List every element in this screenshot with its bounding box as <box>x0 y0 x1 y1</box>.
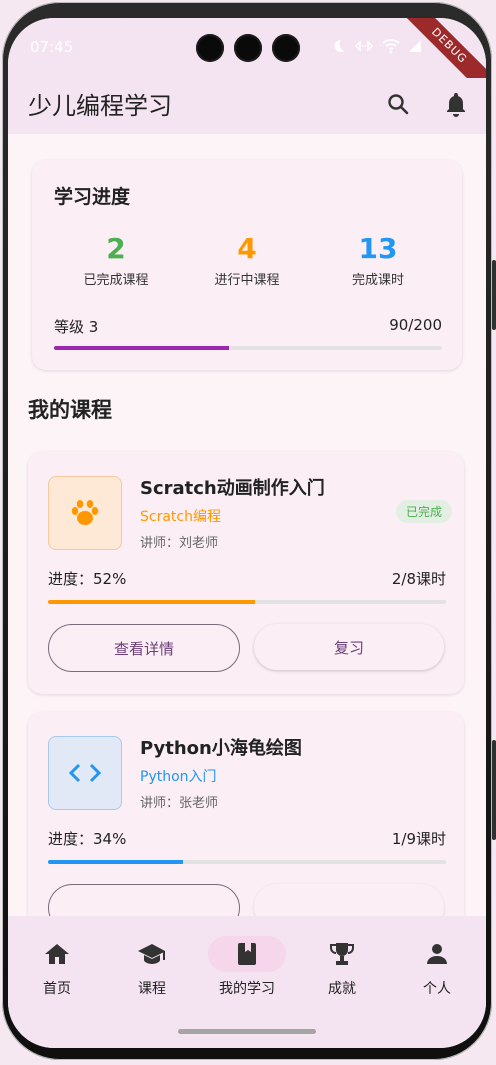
search-icon <box>388 94 409 115</box>
camera-dot-icon <box>196 34 224 62</box>
status-icons <box>330 38 422 54</box>
course-lessons: 1/9课时 <box>391 830 446 848</box>
person-icon <box>427 944 447 964</box>
bottom-nav: 首页 课程 我的学习 成就 个人 <box>8 916 486 1048</box>
course-title: Scratch动画制作入门 <box>140 478 325 499</box>
nav-item-my-learning[interactable]: 我的学习 <box>202 936 292 998</box>
level-label: 等级 3 <box>54 318 99 336</box>
level-points: 90/200 <box>389 316 442 334</box>
nav-label: 首页 <box>43 981 71 997</box>
course-lessons: 2/8课时 <box>391 570 446 588</box>
course-progress-bar <box>48 860 446 864</box>
stat-value: 13 <box>358 232 398 265</box>
book-icon <box>238 943 256 965</box>
stat-ongoing-courses: 4 进行中课程 <box>177 232 317 288</box>
signal-icon <box>409 40 421 52</box>
progress-card: 学习进度 2 已完成课程 4 进行中课程 13 完成课时 等级 3 90/200 <box>32 160 462 370</box>
course-thumbnail <box>48 736 122 810</box>
notifications-button[interactable] <box>442 90 470 118</box>
course-progress-fill <box>48 600 255 604</box>
level-progress-fill <box>54 346 229 350</box>
course-progress-fill <box>48 860 184 864</box>
stat-completed-courses: 2 已完成课程 <box>46 232 186 288</box>
status-badge: 已完成 <box>395 500 452 523</box>
bell-icon <box>447 93 465 117</box>
nav-icon-wrap <box>398 936 476 972</box>
course-teacher: 讲师：刘老师 <box>140 536 219 551</box>
course-progress-row: 进度：34% 1/9课时 <box>48 828 446 849</box>
course-progress-label: 进度：52% <box>48 570 127 588</box>
nav-item-home[interactable]: 首页 <box>12 936 102 998</box>
nav-label: 我的学习 <box>219 981 275 997</box>
search-button[interactable] <box>384 90 412 118</box>
nav-icon-wrap <box>113 936 191 972</box>
nav-label: 个人 <box>423 981 451 997</box>
stat-value: 4 <box>237 232 257 265</box>
course-category: Scratch编程 <box>140 509 221 525</box>
stat-label: 已完成课程 <box>83 273 149 288</box>
home-indicator[interactable] <box>178 1029 316 1034</box>
screen: 07:45 DEBUG 少儿编程学习 学习进度 2 已完成课程 4 进行中课程 … <box>8 18 486 1048</box>
course-progress-bar <box>48 600 446 604</box>
paw-icon <box>71 500 99 525</box>
course-teacher: 讲师：张老师 <box>140 796 219 811</box>
app-title: 少儿编程学习 <box>28 92 172 120</box>
home-icon <box>45 944 69 964</box>
course-card[interactable]: Scratch动画制作入门 Scratch编程 讲师：刘老师 已完成 进度：52… <box>28 452 464 694</box>
stat-completed-lessons: 13 完成课时 <box>308 232 448 288</box>
level-progress-bar <box>54 346 442 350</box>
camera-dot-icon <box>272 34 300 62</box>
code-icon <box>68 763 102 783</box>
school-icon <box>138 944 165 964</box>
review-button[interactable]: 复习 <box>254 624 444 670</box>
volume-button <box>492 260 496 330</box>
device-frame: 07:45 DEBUG 少儿编程学习 学习进度 2 已完成课程 4 进行中课程 … <box>0 0 496 1065</box>
nav-item-profile[interactable]: 个人 <box>392 936 482 998</box>
data-transfer-icon <box>354 40 374 52</box>
main-content[interactable]: 学习进度 2 已完成课程 4 进行中课程 13 完成课时 等级 3 90/200 <box>8 134 486 916</box>
view-details-button[interactable]: 查看详情 <box>48 624 240 672</box>
nav-icon-wrap <box>303 936 381 972</box>
nav-icon-wrap <box>18 936 96 972</box>
stat-label: 进行中课程 <box>214 273 280 288</box>
moon-icon <box>334 39 344 52</box>
nav-icon-wrap <box>208 936 286 972</box>
nav-label: 成就 <box>328 981 356 997</box>
power-button <box>492 740 496 840</box>
view-details-button[interactable] <box>48 884 240 916</box>
trophy-icon <box>330 943 354 965</box>
progress-title: 学习进度 <box>54 186 131 208</box>
course-title: Python小海龟绘图 <box>140 738 302 759</box>
status-bar: 07:45 DEBUG <box>8 18 486 92</box>
course-progress-row: 进度：52% 2/8课时 <box>48 568 446 589</box>
course-card[interactable]: Python小海龟绘图 Python入门 讲师：张老师 进度：34% 1/9课时 <box>28 712 464 916</box>
stat-value: 2 <box>106 232 126 265</box>
course-category: Python入门 <box>140 769 217 785</box>
nav-label: 课程 <box>138 981 166 997</box>
status-time: 07:45 <box>30 38 74 56</box>
camera-dot-icon <box>234 34 262 62</box>
level-row: 等级 3 90/200 <box>54 316 442 337</box>
course-thumbnail <box>48 476 122 550</box>
app-bar: 少儿编程学习 <box>8 78 486 134</box>
nav-item-achievements[interactable]: 成就 <box>297 936 387 998</box>
stat-label: 完成课时 <box>351 273 404 288</box>
section-title: 我的课程 <box>28 398 112 422</box>
nav-item-courses[interactable]: 课程 <box>107 936 197 998</box>
course-progress-label: 进度：34% <box>48 830 127 848</box>
continue-button[interactable] <box>254 884 444 916</box>
wifi-icon <box>382 39 400 54</box>
